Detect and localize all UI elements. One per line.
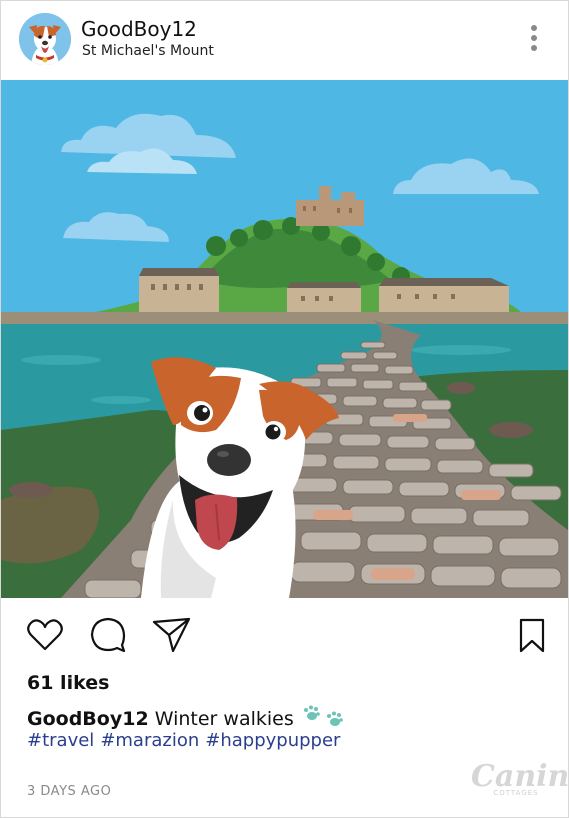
hashtags: #travel #marazion #happypupper	[27, 730, 346, 751]
brand-logo: Canine COTTAGES	[471, 761, 569, 805]
post-image[interactable]	[1, 80, 568, 598]
post-header: GoodBoy12 St Michael's Mount	[1, 1, 568, 80]
comment-icon[interactable]	[88, 615, 128, 655]
hashtag-link[interactable]: #travel	[27, 730, 94, 751]
hashtag-link[interactable]: #marazion	[100, 730, 199, 751]
post-timestamp: 3 DAYS AGO	[27, 784, 112, 799]
dog-avatar-icon	[19, 13, 71, 65]
avatar[interactable]	[19, 13, 71, 65]
post-actions	[1, 599, 568, 669]
post-card: GoodBoy12 St Michael's Mount 61 likes Go…	[0, 0, 569, 818]
bookmark-icon[interactable]	[512, 615, 552, 655]
post-location[interactable]: St Michael's Mount	[82, 43, 214, 59]
share-icon[interactable]	[151, 615, 191, 655]
heart-icon[interactable]	[25, 615, 65, 655]
hashtag-link[interactable]: #happypupper	[205, 730, 340, 751]
more-vertical-icon[interactable]	[525, 23, 543, 55]
likes-count[interactable]: 61 likes	[27, 672, 109, 694]
caption-username[interactable]: GoodBoy12	[27, 708, 149, 730]
post-username[interactable]: GoodBoy12	[81, 17, 197, 41]
caption-text: Winter walkies	[154, 708, 294, 730]
